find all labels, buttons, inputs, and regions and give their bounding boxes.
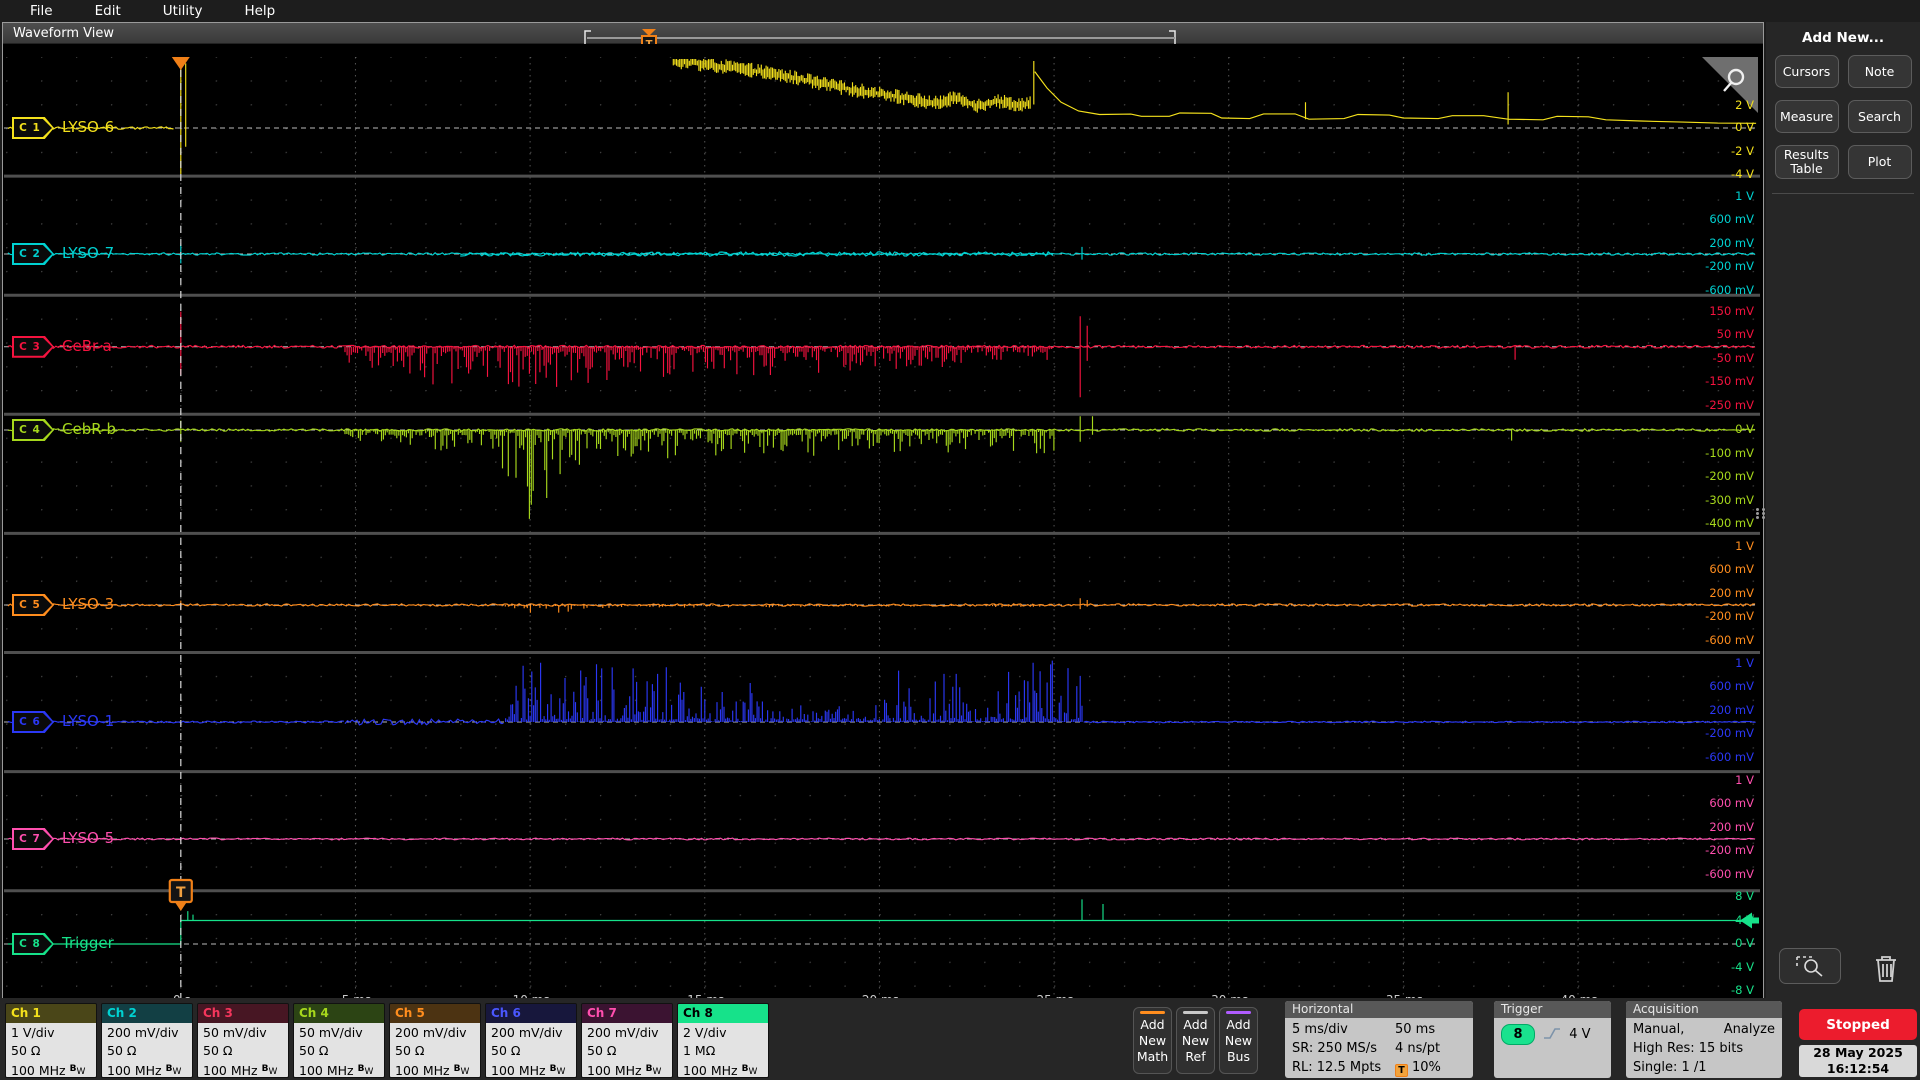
plot-zoom-corner-badge[interactable]: [1700, 57, 1758, 115]
channel-label-7: LYSO-5: [62, 829, 114, 847]
channel-badge-settings: 200 mV/div50 Ω100 MHz BW: [390, 1023, 480, 1078]
add-new-search-button[interactable]: Search: [1848, 100, 1912, 133]
channel-badge-header: Ch 4: [294, 1004, 384, 1023]
datetime-badge: 28 May 2025 16:12:54: [1799, 1045, 1917, 1077]
trigger-panel-header: Trigger: [1494, 1001, 1611, 1018]
time-label: 16:12:54: [1799, 1061, 1917, 1077]
menu-file[interactable]: File: [30, 3, 53, 19]
add-new-title: Add New...: [1766, 30, 1920, 46]
acquisition-single: Single: 1 /1: [1633, 1058, 1775, 1077]
channel-badge-settings: 200 mV/div50 Ω100 MHz BW: [582, 1023, 672, 1078]
channel-tag-6[interactable]: C 6: [12, 711, 54, 733]
channel-badge-6[interactable]: Ch 6200 mV/div50 Ω100 MHz BW: [485, 1003, 577, 1078]
channel-badge-2[interactable]: Ch 2200 mV/div50 Ω100 MHz BW: [101, 1003, 193, 1078]
channel-tag-2[interactable]: C 2: [12, 243, 54, 265]
channel-badge-header: Ch 7: [582, 1004, 672, 1023]
add-new-math-button[interactable]: AddNewMath: [1133, 1007, 1172, 1074]
horizontal-sample-rate: SR: 250 MS/s: [1292, 1039, 1395, 1058]
channel-badge-5[interactable]: Ch 5200 mV/div50 Ω100 MHz BW: [389, 1003, 481, 1078]
channel-badge-3[interactable]: Ch 350 mV/div50 Ω100 MHz BW: [197, 1003, 289, 1078]
right-sidebar: Add New... Cursors Note Measure Search Resul…: [1766, 22, 1920, 1010]
channel-label-8: Trigger: [62, 934, 114, 952]
horizontal-span: 50 ms: [1395, 1020, 1435, 1039]
horizontal-scale: 5 ms/div: [1292, 1020, 1395, 1039]
horizontal-trigger-position: T10%: [1395, 1058, 1441, 1077]
svg-text:T: T: [176, 885, 186, 901]
acquisition-panel[interactable]: Acquisition Manual, Analyze High Res: 15 …: [1626, 1001, 1782, 1078]
trigger-source-badge: 8: [1501, 1024, 1535, 1045]
acquisition-mode: Manual,: [1633, 1020, 1684, 1039]
channel-badge-header: Ch 3: [198, 1004, 288, 1023]
add-new-results-table-button[interactable]: Results Table: [1775, 145, 1839, 179]
date-label: 28 May 2025: [1799, 1045, 1917, 1061]
channel-label-5: LYSO-3: [62, 595, 114, 613]
channel-badge-settings: 1 V/div50 Ω100 MHz BW: [6, 1023, 96, 1078]
channel-label-1: LYSO-6: [62, 118, 114, 136]
trigger-position-icon: T: [1395, 1064, 1408, 1077]
add-new-measure-button[interactable]: Measure: [1775, 100, 1839, 133]
overview-trigger-arrow-icon[interactable]: [642, 29, 656, 36]
channel-label-3: CeBr-a: [62, 337, 112, 355]
channel-tag-3[interactable]: C 3: [12, 336, 54, 358]
waveform-view-title: Waveform View: [13, 26, 114, 41]
acquisition-analyze: Analyze: [1724, 1020, 1775, 1039]
menu-help[interactable]: Help: [244, 3, 275, 19]
channel-tag-1[interactable]: C 1: [12, 117, 54, 139]
bottom-bar: Ch 11 V/div50 Ω100 MHz BWCh 2200 mV/div5…: [0, 998, 1920, 1080]
magnifier-handle-icon: [1724, 83, 1731, 91]
channel-badge-4[interactable]: Ch 450 mV/div50 Ω100 MHz BW: [293, 1003, 385, 1078]
channel-badge-header: Ch 6: [486, 1004, 576, 1023]
trash-icon: [1872, 952, 1900, 984]
trigger-level: 4 V: [1569, 1027, 1590, 1042]
panel-drag-handle[interactable]: [1756, 492, 1766, 534]
horizontal-panel[interactable]: Horizontal 5 ms/div50 ms SR: 250 MS/s4 n…: [1285, 1001, 1473, 1078]
horizontal-resolution: 4 ns/pt: [1395, 1039, 1440, 1058]
channel-tag-5[interactable]: C 5: [12, 594, 54, 616]
channel-badge-header: Ch 1: [6, 1004, 96, 1023]
menu-edit[interactable]: Edit: [95, 3, 121, 19]
channel-label-6: LYSO-1: [62, 712, 114, 730]
acquisition-panel-header: Acquisition: [1626, 1001, 1782, 1018]
waveform-view-tab[interactable]: Waveform View T: [3, 23, 1763, 44]
channel-badge-settings: 2 V/div1 MΩ100 MHz BW: [678, 1023, 768, 1078]
zoom-selection-icon: [1793, 953, 1827, 979]
oscilloscope-screen: File Edit Utility Help Waveform View T T C …: [0, 0, 1920, 1080]
channel-badge-8[interactable]: Ch 82 V/div1 MΩ100 MHz BW: [677, 1003, 769, 1078]
channel-tag-4[interactable]: C 4: [12, 419, 54, 441]
channel-badge-1[interactable]: Ch 11 V/div50 Ω100 MHz BW: [5, 1003, 97, 1078]
horizontal-panel-header: Horizontal: [1285, 1001, 1473, 1018]
channel-badge-settings: 50 mV/div50 Ω100 MHz BW: [198, 1023, 288, 1078]
channel-badge-header: Ch 5: [390, 1004, 480, 1023]
trigger-panel[interactable]: Trigger 8 4 V: [1494, 1001, 1611, 1078]
sidebar-separator: [1772, 193, 1914, 194]
waveform-traces: T: [4, 44, 1760, 1010]
trash-button[interactable]: [1866, 948, 1906, 988]
channel-badge-header: Ch 8: [678, 1004, 768, 1023]
menu-utility[interactable]: Utility: [163, 3, 203, 19]
add-new-cursors-button[interactable]: Cursors: [1775, 55, 1839, 88]
add-new-ref-button[interactable]: AddNewRef: [1176, 1007, 1215, 1074]
zoom-selection-button[interactable]: [1779, 948, 1841, 984]
channel-badge-settings: 200 mV/div50 Ω100 MHz BW: [102, 1023, 192, 1078]
channel-badge-settings: 50 mV/div50 Ω100 MHz BW: [294, 1023, 384, 1078]
rising-edge-icon: [1542, 1026, 1562, 1041]
add-new-note-button[interactable]: Note: [1848, 55, 1912, 88]
plot-area[interactable]: T C 1LYSO-62 V0 V-2 V-4 VC 2LYSO-71 V600…: [4, 44, 1760, 1010]
channel-label-4: CebR-b: [62, 420, 116, 438]
acquisition-resolution: High Res: 15 bits: [1633, 1039, 1775, 1058]
waveform-panel: Waveform View T T C 1LYSO-62 V0 V-2 V-4 …: [2, 22, 1764, 1010]
channel-label-2: LYSO-7: [62, 244, 114, 262]
channel-badge-header: Ch 2: [102, 1004, 192, 1023]
stopped-button[interactable]: Stopped: [1799, 1009, 1917, 1040]
channel-tag-7[interactable]: C 7: [12, 828, 54, 850]
channel-badge-settings: 200 mV/div50 Ω100 MHz BW: [486, 1023, 576, 1078]
add-new-bus-button[interactable]: AddNewBus: [1219, 1007, 1258, 1074]
channel-tag-8[interactable]: C 8: [12, 933, 54, 955]
horizontal-record-length: RL: 12.5 Mpts: [1292, 1058, 1395, 1077]
channel-badge-7[interactable]: Ch 7200 mV/div50 Ω100 MHz BW: [581, 1003, 673, 1078]
add-new-plot-button[interactable]: Plot: [1848, 145, 1912, 179]
